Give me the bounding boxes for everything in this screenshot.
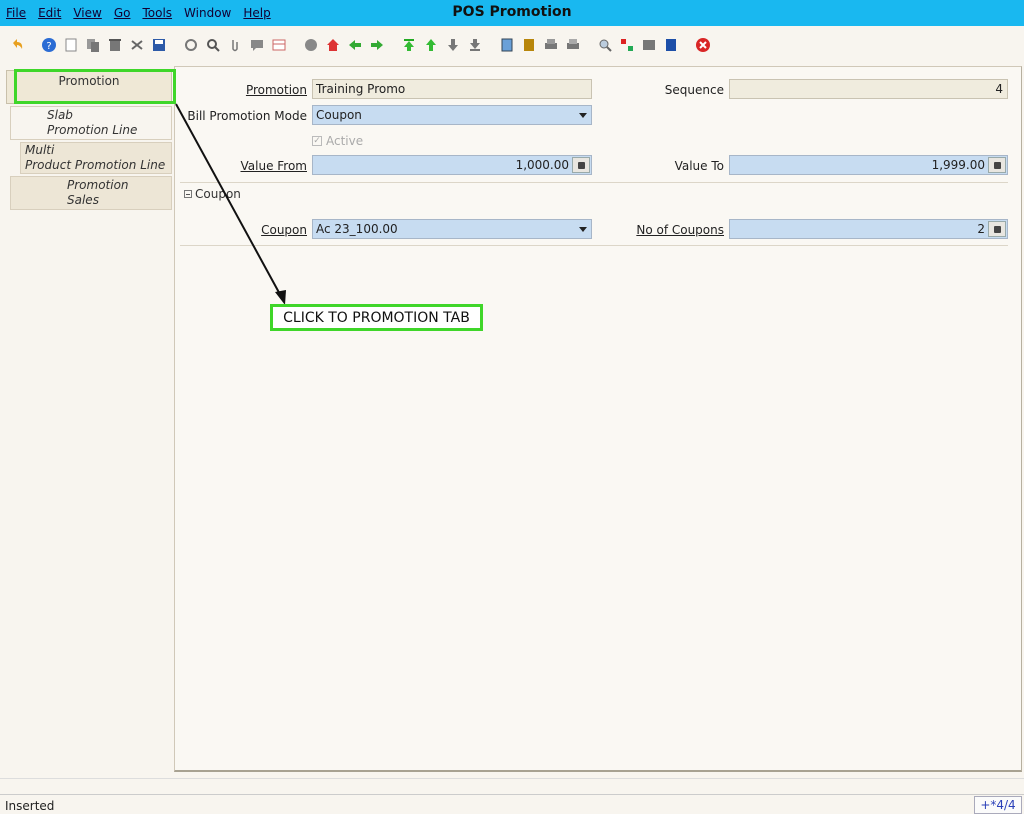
- delete-selection-icon[interactable]: [126, 34, 148, 56]
- coupon-value: Ac 23_100.00: [316, 222, 398, 236]
- chat-icon[interactable]: [246, 34, 268, 56]
- coupon-section-title: Coupon: [195, 187, 241, 201]
- help-icon[interactable]: ?: [38, 34, 60, 56]
- back-icon[interactable]: [344, 34, 366, 56]
- no-of-coupons-value: 2: [977, 222, 985, 236]
- bill-promotion-mode-select[interactable]: Coupon: [312, 105, 592, 125]
- save-icon[interactable]: [148, 34, 170, 56]
- next-record-icon[interactable]: [442, 34, 464, 56]
- undo-icon[interactable]: [6, 34, 28, 56]
- menu-file[interactable]: File: [0, 6, 32, 20]
- bill-promotion-mode-value: Coupon: [316, 108, 362, 122]
- product-info-icon[interactable]: [660, 34, 682, 56]
- status-bar: Inserted +*4/4: [0, 794, 1024, 814]
- tab-promotion-sales[interactable]: Promotion Sales: [10, 176, 172, 210]
- grid-toggle-icon[interactable]: [268, 34, 290, 56]
- coupon-select[interactable]: Ac 23_100.00: [312, 219, 592, 239]
- menu-tools[interactable]: Tools: [136, 6, 178, 20]
- calculator-icon[interactable]: [988, 157, 1006, 173]
- active-checkbox-row[interactable]: ✓ Active: [312, 134, 363, 148]
- delete-icon[interactable]: [104, 34, 126, 56]
- svg-text:?: ?: [46, 41, 51, 52]
- tab-label-line1: Promotion: [67, 178, 129, 192]
- request-icon[interactable]: [638, 34, 660, 56]
- chevron-down-icon[interactable]: [576, 221, 590, 237]
- active-checkbox[interactable]: ✓: [312, 136, 322, 146]
- status-text: Inserted: [5, 799, 55, 813]
- sequence-value: 4: [995, 82, 1003, 96]
- calculator-icon[interactable]: [988, 221, 1006, 237]
- coupon-section-header[interactable]: Coupon: [184, 187, 241, 201]
- archive-icon[interactable]: [518, 34, 540, 56]
- divider: [180, 245, 1008, 246]
- highlight-box: [14, 69, 176, 104]
- value-from-label: Value From: [240, 159, 308, 173]
- new-record-icon[interactable]: [60, 34, 82, 56]
- zoom-across-icon[interactable]: [594, 34, 616, 56]
- forward-icon[interactable]: [366, 34, 388, 56]
- no-of-coupons-field[interactable]: 2: [729, 219, 1008, 239]
- record-count[interactable]: +*4/4: [974, 796, 1022, 814]
- report-icon[interactable]: [496, 34, 518, 56]
- refresh-icon[interactable]: [180, 34, 202, 56]
- value-to-label: Value To: [674, 159, 724, 173]
- promotion-field[interactable]: Training Promo: [312, 79, 592, 99]
- copy-record-icon[interactable]: [82, 34, 104, 56]
- menu-window[interactable]: Window: [178, 6, 237, 20]
- tab-label-line2: Promotion Line: [47, 123, 138, 137]
- value-from-value: 1,000.00: [515, 158, 569, 172]
- workflow-icon[interactable]: [616, 34, 638, 56]
- calculator-icon[interactable]: [572, 157, 590, 173]
- sequence-field[interactable]: 4: [729, 79, 1008, 99]
- bill-promotion-mode-label: Bill Promotion Mode: [187, 109, 307, 123]
- attachment-icon[interactable]: [224, 34, 246, 56]
- exit-icon[interactable]: [692, 34, 714, 56]
- tab-multi-product-promotion-line[interactable]: Multi Product Promotion Line: [20, 142, 172, 174]
- menu-help[interactable]: Help: [237, 6, 276, 20]
- chevron-down-icon[interactable]: [576, 107, 590, 123]
- print-icon[interactable]: [562, 34, 584, 56]
- promotion-value: Training Promo: [316, 82, 406, 96]
- tab-label-line2: Sales: [67, 193, 99, 207]
- tab-label-line2: Product Promotion Line: [25, 158, 166, 172]
- collapse-icon[interactable]: [184, 190, 192, 198]
- first-record-icon[interactable]: [398, 34, 420, 56]
- tab-label-line1: Multi: [25, 143, 55, 157]
- toolbar: ?: [0, 28, 1024, 62]
- previous-record-icon[interactable]: [420, 34, 442, 56]
- value-from-field[interactable]: 1,000.00: [312, 155, 592, 175]
- active-label: Active: [326, 134, 364, 148]
- promotion-label: Promotion: [245, 83, 307, 97]
- print-preview-icon[interactable]: [540, 34, 562, 56]
- home-icon[interactable]: [322, 34, 344, 56]
- menu-edit[interactable]: Edit: [32, 6, 67, 20]
- menu-view[interactable]: View: [67, 6, 107, 20]
- annotation-callout: CLICK TO PROMOTION TAB: [270, 304, 483, 331]
- value-to-value: 1,999.00: [931, 158, 985, 172]
- find-icon[interactable]: [202, 34, 224, 56]
- sequence-label: Sequence: [664, 83, 724, 97]
- divider: [0, 778, 1024, 779]
- history-icon[interactable]: [300, 34, 322, 56]
- tab-slab-promotion-line[interactable]: Slab Promotion Line: [10, 106, 172, 140]
- menu-bar: File Edit View Go Tools Window Help: [0, 0, 1024, 26]
- divider: [180, 182, 1008, 183]
- coupon-label: Coupon: [261, 223, 307, 237]
- no-of-coupons-label: No of Coupons: [636, 223, 724, 237]
- last-record-icon[interactable]: [464, 34, 486, 56]
- value-to-field[interactable]: 1,999.00: [729, 155, 1008, 175]
- menu-go[interactable]: Go: [108, 6, 137, 20]
- tab-label-line1: Slab: [47, 108, 73, 122]
